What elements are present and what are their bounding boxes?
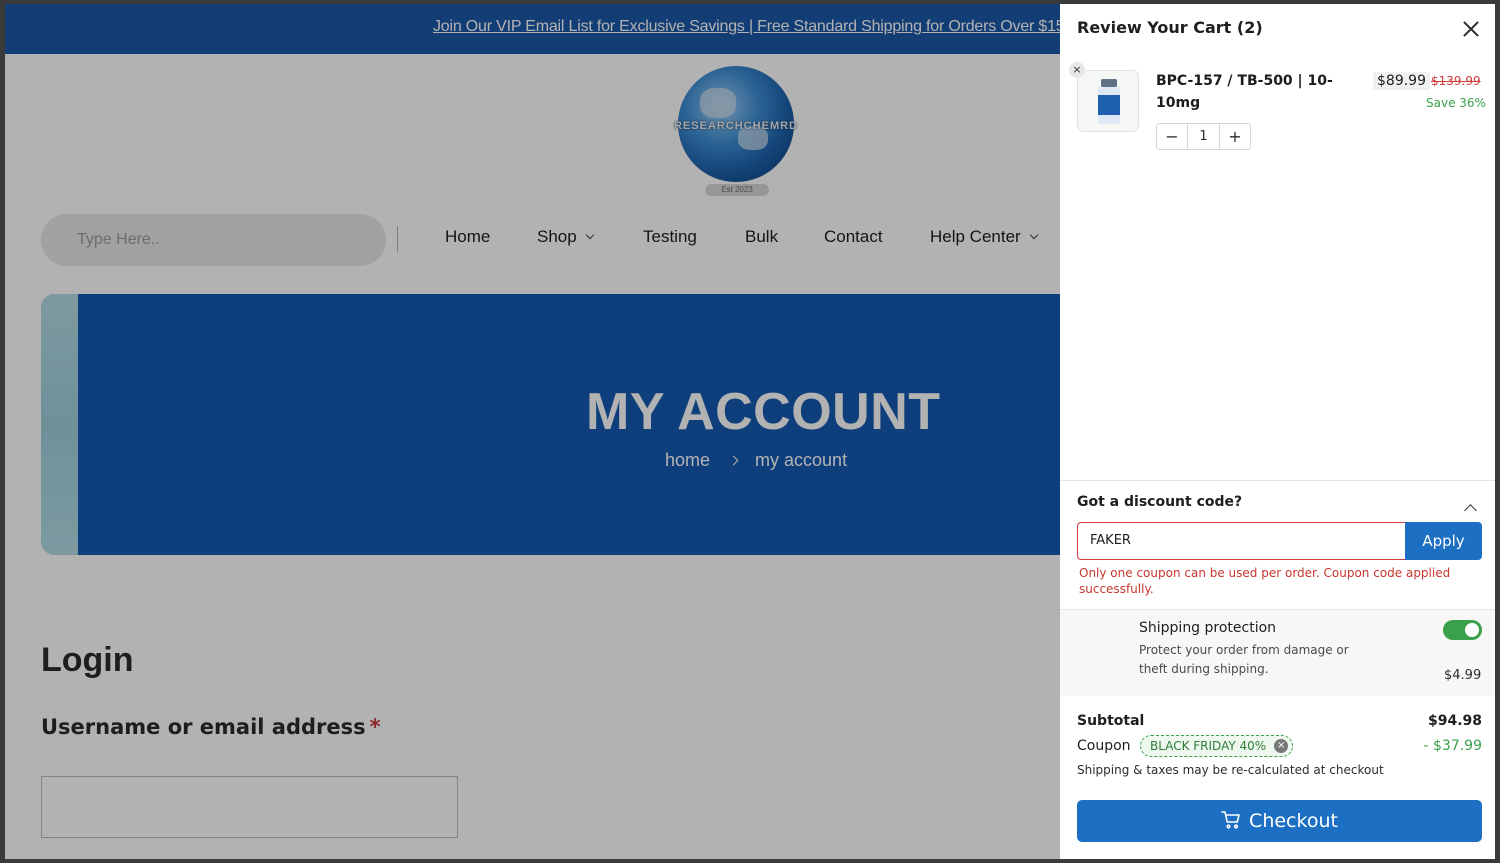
shipping-protection-price: $4.99 [1444, 668, 1482, 683]
vial-label-image [1098, 95, 1120, 115]
shipping-protection-description: Protect your order from damage or theft … [1139, 643, 1349, 676]
subtotal-label: Subtotal [1077, 713, 1145, 729]
product-thumbnail[interactable] [1077, 70, 1139, 132]
cart-title: Review Your Cart (2) [1077, 18, 1263, 37]
close-icon[interactable] [1460, 18, 1482, 40]
product-price: $89.99 [1373, 72, 1430, 90]
increase-quantity-button[interactable]: + [1220, 124, 1250, 149]
coupon-discount-value: - $37.99 [1423, 738, 1483, 754]
shipping-protection: Shipping protection Protect your order f… [1060, 610, 1495, 696]
discount-message: Only one coupon can be used per order. C… [1079, 566, 1451, 596]
product-name[interactable]: BPC-157 / TB-500 | 10-10mg [1156, 70, 1336, 114]
vial-cap-image [1101, 79, 1117, 87]
checkout-button[interactable]: Checkout [1077, 800, 1482, 842]
toggle-knob [1465, 623, 1479, 637]
product-savings: Save 36% [1426, 96, 1486, 110]
shipping-protection-toggle[interactable] [1443, 620, 1482, 640]
cart-icon [1221, 802, 1241, 829]
remove-coupon-icon[interactable]: × [1274, 739, 1289, 753]
coupon-code: BLACK FRIDAY 40% [1150, 739, 1267, 753]
remove-item-icon[interactable]: × [1069, 62, 1085, 78]
discount-code-input[interactable]: FAKER [1077, 522, 1407, 560]
apply-button[interactable]: Apply [1405, 522, 1482, 560]
discount-heading[interactable]: Got a discount code? [1077, 494, 1242, 510]
checkout-label: Checkout [1249, 810, 1338, 832]
product-old-price: $139.99 [1431, 74, 1481, 88]
decrease-quantity-button[interactable]: − [1157, 124, 1187, 149]
coupon-label: Coupon [1077, 738, 1131, 754]
subtotal-value: $94.98 [1427, 713, 1482, 729]
cart-drawer: Review Your Cart (2) × BPC-157 / TB-500 … [1060, 4, 1495, 859]
shipping-protection-title: Shipping protection [1139, 620, 1277, 636]
quantity-stepper: − 1 + [1156, 123, 1251, 150]
coupon-badge: BLACK FRIDAY 40% × [1140, 735, 1294, 757]
shipping-note: Shipping & taxes may be re-calculated at… [1077, 763, 1384, 777]
browser-viewport: Join Our VIP Email List for Exclusive Sa… [5, 4, 1495, 859]
divider [1060, 480, 1495, 481]
chevron-up-icon[interactable] [1464, 504, 1477, 517]
quantity-input[interactable]: 1 [1187, 124, 1220, 149]
